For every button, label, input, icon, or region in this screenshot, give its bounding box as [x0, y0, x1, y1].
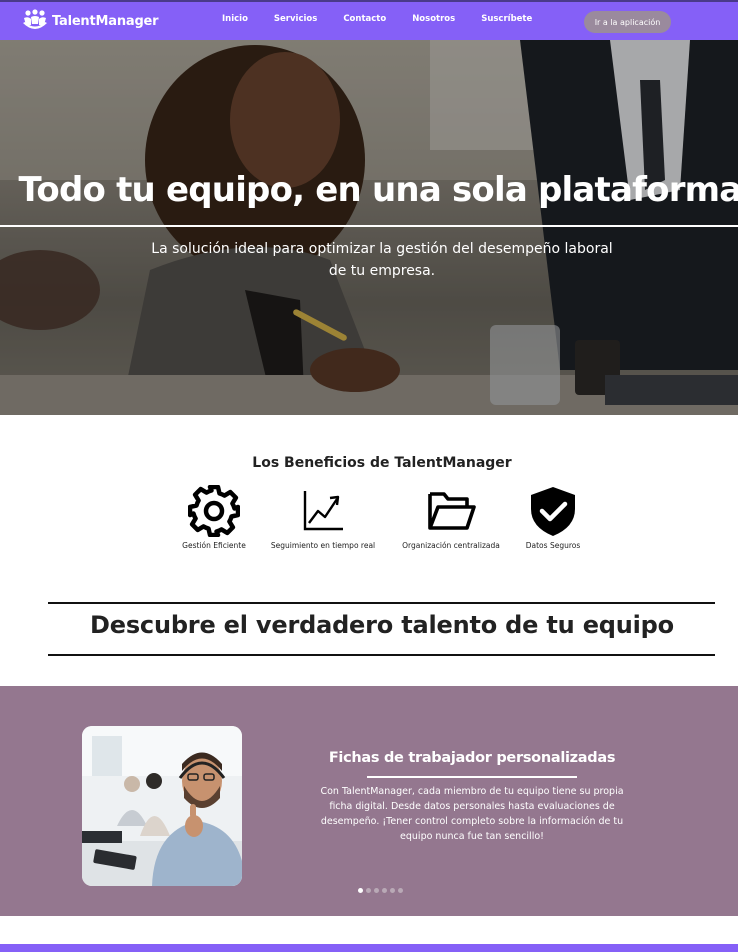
discover-top-rule [48, 602, 715, 604]
hero-divider [0, 225, 738, 227]
feature-description: Con TalentManager, cada miembro de tu eq… [320, 786, 624, 842]
team-logo-icon [23, 9, 47, 29]
nav-link-suscribete[interactable]: Suscríbete [481, 14, 532, 24]
benefit-efficient-management: Gestión Eficiente [176, 485, 252, 550]
call-center-photo [82, 726, 242, 886]
feature-divider [367, 776, 577, 778]
navbar: TalentManager Inicio Servicios Contacto … [0, 0, 738, 40]
feature-photo [82, 726, 242, 886]
discover-bottom-rule [48, 654, 715, 656]
benefit-label: Datos Seguros [525, 541, 581, 550]
hero-title: Todo tu equipo, en una sola plataforma [18, 170, 738, 210]
shield-check-icon [531, 487, 575, 536]
hero-section: Todo tu equipo, en una sola plataforma L… [0, 40, 738, 415]
nav-links: Inicio Servicios Contacto Nosotros Suscr… [222, 14, 558, 24]
nav-link-servicios[interactable]: Servicios [274, 14, 317, 24]
hero-office-photo [0, 40, 738, 415]
carousel-dot-3[interactable] [374, 888, 379, 893]
brand-name: TalentManager [52, 13, 159, 29]
folder-icon [428, 492, 476, 530]
brand[interactable]: TalentManager [22, 9, 159, 33]
carousel-dot-5[interactable] [390, 888, 395, 893]
feature-title: Fichas de trabajador personalizadas [328, 750, 616, 766]
footer-bar [0, 944, 738, 952]
carousel-dot-1[interactable] [358, 888, 363, 893]
trend-chart-icon [303, 491, 343, 531]
benefit-label: Organización centralizada [402, 541, 500, 550]
benefits-title: Los Beneficios de TalentManager [252, 455, 512, 471]
benefit-label: Seguimiento en tiempo real [270, 541, 376, 550]
hero-subtitle: La solución ideal para optimizar la gest… [151, 241, 613, 279]
nav-link-contacto[interactable]: Contacto [343, 14, 386, 24]
gear-icon [188, 485, 240, 537]
carousel-dot-2[interactable] [366, 888, 371, 893]
carousel-dot-6[interactable] [398, 888, 403, 893]
discover-heading: Descubre el verdadero talento de tu equi… [90, 611, 674, 639]
carousel-dot-4[interactable] [382, 888, 387, 893]
nav-link-inicio[interactable]: Inicio [222, 14, 248, 24]
feature-carousel: Fichas de trabajador personalizadas Con … [0, 686, 738, 916]
go-to-app-button[interactable]: Ir a la aplicación [584, 11, 671, 33]
benefit-real-time-tracking: Seguimiento en tiempo real [270, 485, 376, 550]
carousel-indicators [358, 888, 406, 893]
nav-link-nosotros[interactable]: Nosotros [412, 14, 455, 24]
benefit-label: Gestión Eficiente [182, 541, 246, 550]
benefit-secure-data: Datos Seguros [520, 485, 586, 550]
benefit-centralized-organization: Organización centralizada [395, 485, 507, 550]
